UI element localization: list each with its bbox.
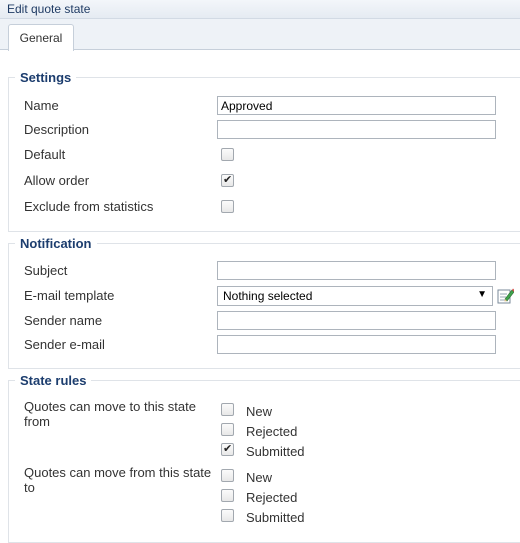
- exclude-statistics-checkbox[interactable]: [221, 200, 234, 213]
- exclude-statistics-label: Exclude from statistics: [24, 199, 154, 214]
- move-to-new-label: New: [246, 404, 273, 419]
- name-input[interactable]: [217, 96, 496, 115]
- tab-general[interactable]: General: [8, 24, 74, 51]
- subject-label: Subject: [24, 263, 68, 278]
- tab-strip: General: [0, 19, 520, 51]
- pencil-edit-icon[interactable]: [497, 287, 514, 304]
- allow-order-checkbox[interactable]: [221, 173, 234, 187]
- state-rules-legend: State rules: [20, 373, 87, 388]
- move-from-new-label: New: [246, 470, 273, 485]
- description-input[interactable]: [217, 120, 496, 139]
- email-template-value: Nothing selected: [223, 289, 313, 303]
- move-to-rejected-checkbox[interactable]: [221, 423, 234, 436]
- move-to-submitted-checkbox[interactable]: [221, 442, 234, 456]
- move-to-submitted-label: Submitted: [246, 444, 305, 459]
- move-from-new-checkbox[interactable]: [221, 469, 234, 482]
- default-checkbox[interactable]: [221, 148, 234, 161]
- move-from-label: Quotes can move from this state to: [24, 465, 212, 495]
- move-from-submitted-checkbox[interactable]: [221, 509, 234, 522]
- move-from-rejected-label: Rejected: [246, 490, 298, 505]
- move-to-label: Quotes can move to this state from: [24, 399, 196, 429]
- dialog-title: Edit quote state: [7, 2, 91, 16]
- settings-legend: Settings: [20, 70, 72, 85]
- move-from-submitted-label: Submitted: [246, 510, 305, 525]
- name-label: Name: [24, 98, 59, 113]
- move-to-new-checkbox[interactable]: [221, 403, 234, 416]
- default-label: Default: [24, 147, 66, 162]
- sender-email-label: Sender e-mail: [24, 337, 105, 352]
- allow-order-label: Allow order: [24, 173, 90, 188]
- email-template-select[interactable]: Nothing selected ▼: [217, 286, 493, 306]
- subject-input[interactable]: [217, 261, 496, 280]
- notification-legend: Notification: [20, 236, 92, 251]
- dialog-title-bar: Edit quote state: [0, 0, 520, 19]
- move-to-rejected-label: Rejected: [246, 424, 298, 439]
- description-label: Description: [24, 122, 90, 137]
- move-from-rejected-checkbox[interactable]: [221, 489, 234, 502]
- dropdown-arrow-icon: ▼: [477, 289, 487, 300]
- sender-email-input[interactable]: [217, 335, 496, 354]
- email-template-label: E-mail template: [24, 288, 115, 303]
- sender-name-input[interactable]: [217, 311, 496, 330]
- sender-name-label: Sender name: [24, 313, 103, 328]
